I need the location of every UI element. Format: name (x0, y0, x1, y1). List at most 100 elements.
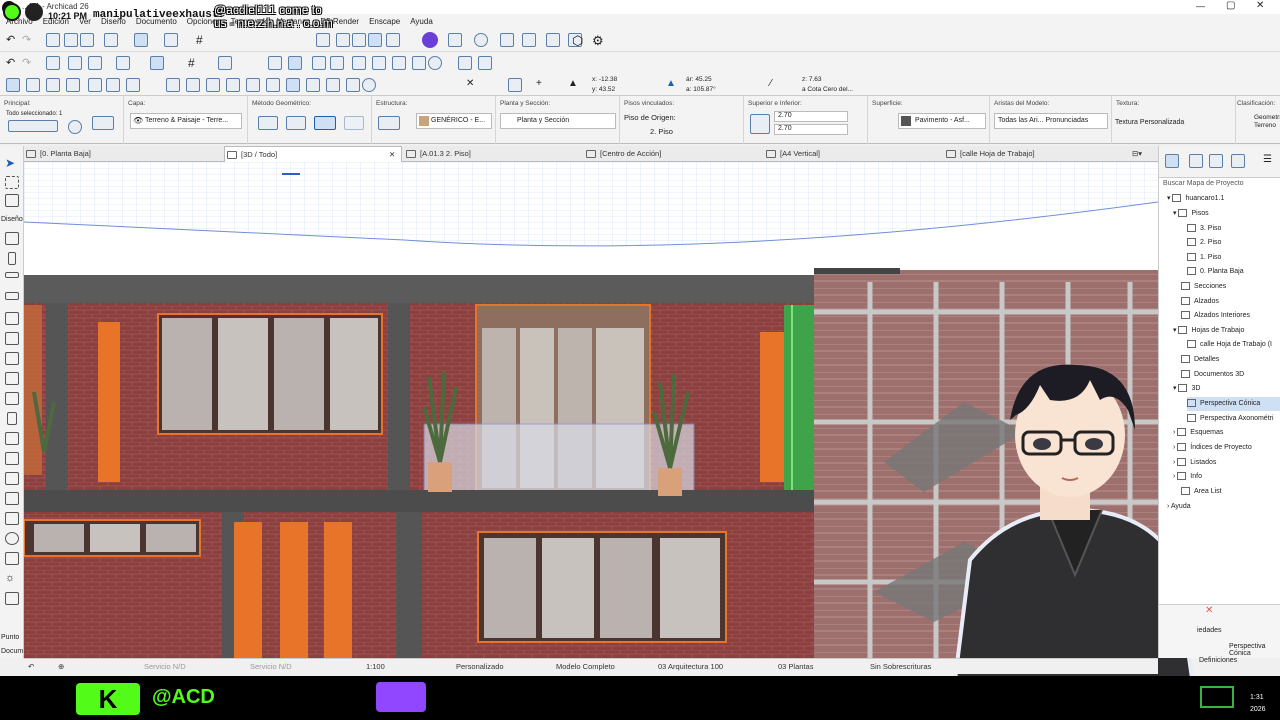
nav-piso-3[interactable]: 3. Piso (1187, 222, 1221, 236)
morph-tool-icon[interactable] (286, 78, 300, 92)
nav-detalles[interactable]: Detalles (1181, 353, 1219, 367)
tab-a4-vertical[interactable]: [A4 Vertical] (764, 146, 944, 162)
nav-perspectiva-conica[interactable]: Perspectiva Cónica (1187, 397, 1280, 411)
toolbox-docu-label[interactable]: Docum (1, 648, 23, 655)
3d-box-icon[interactable]: ⬡ (572, 33, 586, 48)
stair-icon[interactable] (5, 372, 19, 385)
nav-project-root[interactable]: ▾ huancaro1.1 (1167, 192, 1224, 206)
menu-ayuda[interactable]: Ayuda (410, 17, 433, 26)
bottom-offset-input[interactable]: 2.70 (774, 124, 848, 135)
split-icon[interactable] (392, 56, 406, 70)
pick-icon[interactable] (46, 33, 60, 47)
nav-listados[interactable]: › Listados (1173, 456, 1216, 470)
overrides-value[interactable]: Sin Sobrescrituras (870, 662, 931, 671)
fit2-icon[interactable] (288, 56, 302, 70)
nav-piso-1[interactable]: 1. Piso (1187, 251, 1221, 265)
eyedropper-icon[interactable] (80, 33, 94, 47)
redo-icon[interactable]: ↷ (22, 33, 36, 47)
cancel-icon[interactable]: ✕ (466, 78, 480, 92)
layout-book-icon[interactable] (1209, 154, 1223, 168)
delta-icon[interactable]: ▲ (568, 78, 582, 92)
wall-tool-icon[interactable] (88, 78, 102, 92)
drafting-icon[interactable] (150, 56, 164, 70)
nav-alzados[interactable]: Alzados (1181, 295, 1219, 309)
magic-wand-icon[interactable] (64, 33, 78, 47)
marquee-tool-icon[interactable] (5, 176, 19, 189)
lamp-icon[interactable] (5, 532, 19, 545)
undo-icon[interactable]: ↶ (6, 33, 20, 47)
undo-view-icon[interactable]: ↶ (28, 662, 34, 671)
cube-icon[interactable] (448, 33, 462, 47)
object-icon[interactable] (5, 452, 19, 465)
nav-indices[interactable]: › Índices de Proyecto (1173, 441, 1252, 455)
pencil-icon[interactable] (68, 56, 82, 70)
beam-tool-icon[interactable] (186, 78, 200, 92)
close-window-icon[interactable]: ✕ (1256, 0, 1264, 11)
plan-section-dropdown[interactable]: Planta y Sección (500, 113, 616, 129)
surface-dropdown[interactable]: Pavimento - Asf... (898, 113, 986, 129)
tab-planta-baja[interactable]: [0. Planta Baja] (24, 146, 224, 162)
trim-icon[interactable] (352, 56, 366, 70)
target-icon[interactable] (474, 33, 488, 47)
minimize-icon[interactable]: — (1196, 1, 1205, 11)
slope-icon[interactable]: ⁄ (770, 78, 784, 92)
roof-tool-icon[interactable] (126, 78, 140, 92)
tab-calle-hoja[interactable]: [calle Hoja de Trabajo] (944, 146, 1124, 162)
mesh-icon[interactable] (46, 78, 60, 92)
texture-value[interactable]: Textura Personalizada (1115, 119, 1184, 126)
rotate-3d-icon[interactable] (68, 120, 82, 134)
tab-centro-accion[interactable]: [Centro de Acción] (584, 146, 764, 162)
nav-info[interactable]: › Info (1173, 470, 1202, 484)
roof-icon[interactable] (5, 312, 19, 325)
slab-tool-icon[interactable] (106, 78, 120, 92)
frame-icon[interactable] (218, 56, 232, 70)
close-tab-icon[interactable]: ✕ (389, 147, 395, 163)
edges-dropdown[interactable]: Todas las Ari... Pronunciadas (994, 113, 1108, 129)
column-icon[interactable] (8, 252, 16, 265)
nav-perspectiva-axono[interactable]: Perspectiva Axonométri (1187, 412, 1274, 426)
origin-value[interactable]: 2. Piso (650, 127, 673, 136)
plus-icon[interactable]: + (536, 78, 550, 92)
search-icon[interactable] (330, 56, 344, 70)
hatch-tool-icon[interactable] (166, 78, 180, 92)
link-tool-icon[interactable] (362, 78, 376, 92)
orbit-icon[interactable] (386, 33, 400, 47)
snap-icon[interactable] (104, 33, 118, 47)
coord-ref[interactable]: a Cota Cero del... (802, 86, 853, 93)
structure-dropdown[interactable]: GENÉRICO - E... (416, 113, 492, 129)
layer-dropdown[interactable]: 👁 Terreno & Paisaje - Terre... (130, 113, 242, 129)
nav-piso-2[interactable]: 2. Piso (1187, 236, 1221, 250)
zoom-icon[interactable] (352, 33, 366, 47)
navigator-search[interactable]: Buscar Mapa de Proyecto (1163, 180, 1244, 187)
method-flat-icon[interactable] (258, 116, 278, 130)
column-tool-icon[interactable] (206, 78, 220, 92)
plugin-purple-icon[interactable] (422, 32, 438, 48)
view-icon[interactable] (316, 33, 330, 47)
view-map-icon[interactable] (1189, 154, 1203, 168)
zoom-view-icon[interactable]: ⊕ (58, 662, 64, 671)
grid-icon[interactable]: # (196, 33, 210, 47)
render-icon[interactable] (500, 33, 514, 47)
brush-icon[interactable] (88, 56, 102, 70)
object-tool-icon[interactable] (226, 78, 240, 92)
beam-icon[interactable] (5, 272, 19, 278)
nav-3d[interactable]: ▾ 3D (1173, 382, 1200, 396)
zone-tool-icon[interactable] (246, 78, 260, 92)
flag2-icon[interactable] (478, 56, 492, 70)
select-mode-icon[interactable] (6, 78, 20, 92)
method-free-icon[interactable] (344, 116, 364, 130)
tab-3d-todo[interactable]: [3D / Todo] ✕ (224, 146, 402, 162)
tab-a013-piso[interactable]: [A.01.3 2. Piso] (404, 146, 584, 162)
nav-hojas-trabajo[interactable]: ▾ Hojas de Trabajo (1173, 324, 1244, 338)
nav-menu-icon[interactable]: ☰ (1263, 154, 1277, 168)
project-map-icon[interactable] (1165, 154, 1179, 168)
toolbox-diseno-label[interactable]: Diseño (1, 216, 23, 223)
maximize-icon[interactable]: ▢ (1226, 0, 1235, 11)
rotate-icon[interactable] (428, 56, 442, 70)
model-view-value[interactable]: Modelo Completo (556, 662, 615, 671)
arrow-tool-icon[interactable]: ➤ (5, 156, 19, 170)
guide-icon[interactable] (134, 33, 148, 47)
door-icon[interactable] (7, 412, 17, 425)
window-icon[interactable] (5, 432, 19, 445)
redo2-icon[interactable]: ↷ (22, 56, 36, 70)
